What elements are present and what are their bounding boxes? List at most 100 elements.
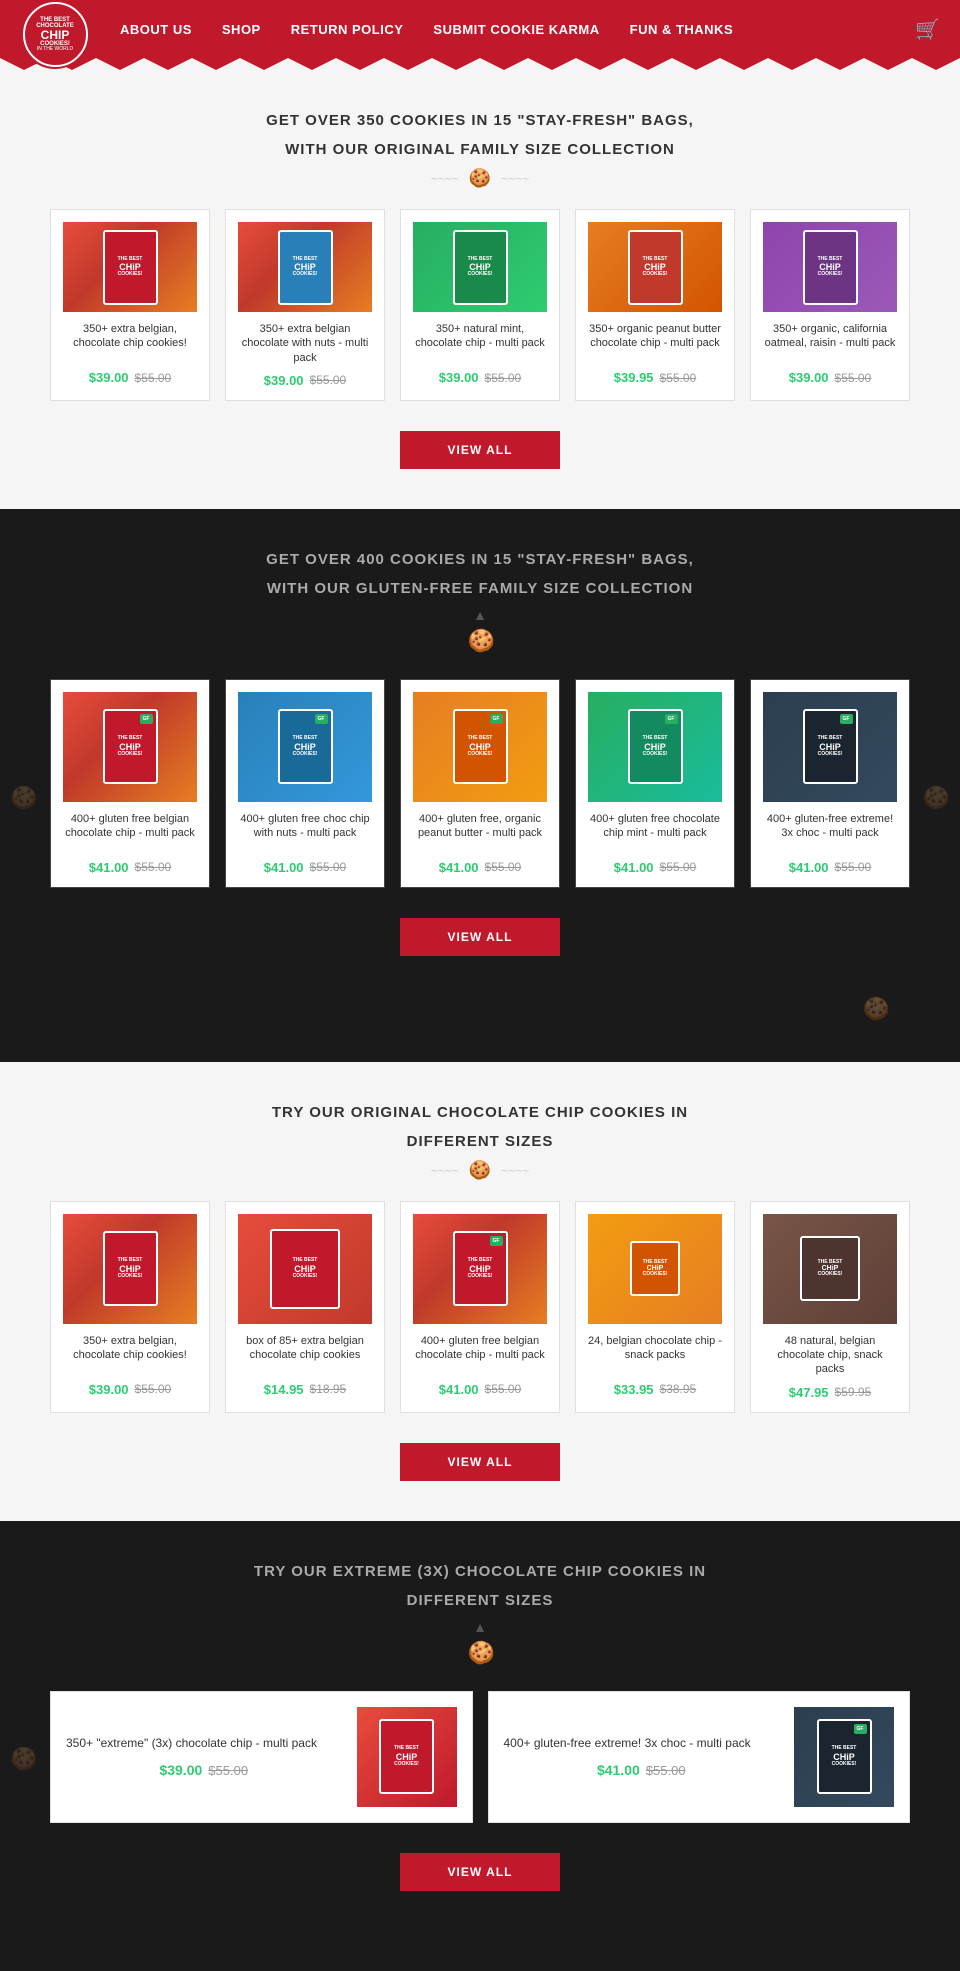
section4-subtitle: DIFFERENT SIZES bbox=[50, 1590, 910, 1611]
product-card[interactable]: THE BEST CHiP COOKIES! 48 natural, belgi… bbox=[750, 1201, 910, 1413]
product-image: THE BEST CHiP COOKIES! bbox=[238, 1214, 372, 1324]
product-price-row: $39.95 $55.00 bbox=[588, 370, 722, 385]
product-card[interactable]: THE BEST CHiP COOKIES! GF 400+ gluten fr… bbox=[400, 1201, 560, 1413]
price-new: $39.00 bbox=[789, 370, 829, 385]
section2-view-all-button[interactable]: VIEW ALL bbox=[400, 918, 560, 956]
price-new: $41.00 bbox=[789, 860, 829, 875]
product-name: 48 natural, belgian chocolate chip, snac… bbox=[763, 1334, 897, 1377]
product-box: THE BEST CHiP COOKIES! bbox=[803, 230, 858, 305]
product-price-row: $39.00 $55.00 bbox=[66, 1762, 342, 1778]
product-price-row: $41.00 $55.00 bbox=[504, 1762, 780, 1778]
section-extreme: 🍪 TRY OUR EXTREME (3X) CHOCOLATE CHIP CO… bbox=[0, 1521, 960, 1971]
product-card[interactable]: THE BEST CHiP COOKIES! 350+ organic, cal… bbox=[750, 209, 910, 401]
section-gluten-free-family: 🍪 🍪 GET OVER 400 COOKIES IN 15 "STAY-FRE… bbox=[0, 509, 960, 1062]
product-price-row: $39.00 $55.00 bbox=[63, 1382, 197, 1397]
product-name: 400+ gluten free belgian chocolate chip … bbox=[63, 812, 197, 852]
product-card[interactable]: THE BEST CHiP COOKIES! GF 400+ gluten-fr… bbox=[750, 679, 910, 888]
logo-text-chip: CHiP bbox=[41, 29, 70, 41]
product-price-row: $47.95 $59.95 bbox=[763, 1385, 897, 1400]
product-image: THE BEST CHiP COOKIES! GF bbox=[794, 1707, 894, 1807]
product-price-row: $39.00 $55.00 bbox=[763, 370, 897, 385]
nav-karma[interactable]: SUBMIT COOKIE KARMA bbox=[433, 22, 599, 37]
price-new: $39.00 bbox=[89, 1382, 129, 1397]
product-image: THE BEST CHiP COOKIES! bbox=[63, 222, 197, 312]
product-name: 350+ "extreme" (3x) chocolate chip - mul… bbox=[66, 1735, 342, 1752]
price-new: $39.00 bbox=[264, 373, 304, 388]
product-box: THE BEST CHiP COOKIES! bbox=[453, 230, 508, 305]
cookie-icon-2: 🍪 bbox=[468, 628, 492, 653]
section3-divider: 🍪 bbox=[50, 1160, 910, 1181]
section-original-family: GET OVER 350 COOKIES IN 15 "STAY-FRESH" … bbox=[0, 70, 960, 509]
product-card-large[interactable]: 350+ "extreme" (3x) chocolate chip - mul… bbox=[50, 1691, 473, 1823]
section4-divider: 🍪 bbox=[50, 1640, 910, 1666]
product-box: THE BEST CHiP COOKIES! bbox=[270, 1229, 340, 1309]
nav-shop[interactable]: SHOP bbox=[222, 22, 261, 37]
section3-view-all-button[interactable]: VIEW ALL bbox=[400, 1443, 560, 1481]
cart-icon[interactable]: 🛒 bbox=[915, 17, 940, 42]
product-box: THE BEST CHiP COOKIES! bbox=[630, 1241, 680, 1296]
product-price-row: $41.00 $55.00 bbox=[238, 860, 372, 875]
price-old: $55.00 bbox=[660, 371, 697, 385]
nav-return[interactable]: RETURN POLICY bbox=[291, 22, 404, 37]
section4-view-all-button[interactable]: VIEW ALL bbox=[400, 1853, 560, 1891]
product-box: THE BEST CHiP COOKIES! bbox=[628, 230, 683, 305]
product-card[interactable]: THE BEST CHiP COOKIES! GF 400+ gluten fr… bbox=[575, 679, 735, 888]
product-card-large[interactable]: 400+ gluten-free extreme! 3x choc - mult… bbox=[488, 1691, 911, 1823]
product-card[interactable]: THE BEST CHiP COOKIES! 350+ natural mint… bbox=[400, 209, 560, 401]
product-box: THE BEST CHiP COOKIES! GF bbox=[628, 709, 683, 784]
product-card[interactable]: THE BEST CHiP COOKIES! GF 400+ gluten fr… bbox=[50, 679, 210, 888]
price-new: $41.00 bbox=[439, 1382, 479, 1397]
product-card[interactable]: THE BEST CHiP COOKIES! GF 400+ gluten fr… bbox=[400, 679, 560, 888]
price-new: $41.00 bbox=[597, 1762, 640, 1778]
nav-fun[interactable]: FUN & THANKS bbox=[630, 22, 734, 37]
left-deco-cookie2: 🍪 bbox=[10, 1746, 37, 1772]
price-new: $39.00 bbox=[89, 370, 129, 385]
product-name: 400+ gluten free, organic peanut butter … bbox=[413, 812, 547, 852]
section1-subtitle: WITH OUR ORIGINAL FAMILY SIZE COLLECTION bbox=[50, 139, 910, 160]
section3-subtitle: DIFFERENT SIZES bbox=[50, 1131, 910, 1152]
product-card[interactable]: THE BEST CHiP COOKIES! GF 400+ gluten fr… bbox=[225, 679, 385, 888]
section2-subtitle: WITH OUR GLUTEN-FREE FAMILY SIZE COLLECT… bbox=[50, 578, 910, 599]
product-price-row: $41.00 $55.00 bbox=[413, 1382, 547, 1397]
price-new: $47.95 bbox=[789, 1385, 829, 1400]
section1-title: GET OVER 350 COOKIES IN 15 "STAY-FRESH" … bbox=[50, 110, 910, 131]
product-name: 350+ organic peanut butter chocolate chi… bbox=[588, 322, 722, 362]
cookie-icon-4: 🍪 bbox=[468, 1640, 492, 1665]
product-price-row: $39.00 $55.00 bbox=[413, 370, 547, 385]
price-old: $55.00 bbox=[135, 1382, 172, 1396]
section4-title: TRY OUR EXTREME (3X) CHOCOLATE CHIP COOK… bbox=[50, 1561, 910, 1582]
price-old: $55.00 bbox=[485, 1382, 522, 1396]
product-box: THE BEST CHiP COOKIES! GF bbox=[453, 709, 508, 784]
nav-about[interactable]: ABOUT US bbox=[120, 22, 192, 37]
product-name: 400+ gluten free chocolate chip mint - m… bbox=[588, 812, 722, 852]
product-card[interactable]: THE BEST CHiP COOKIES! box of 85+ extra … bbox=[225, 1201, 385, 1413]
product-price-row: $41.00 $55.00 bbox=[413, 860, 547, 875]
product-image: THE BEST CHiP COOKIES! bbox=[357, 1707, 457, 1807]
product-name: 400+ gluten-free extreme! 3x choc - mult… bbox=[504, 1735, 780, 1752]
price-new: $41.00 bbox=[264, 860, 304, 875]
product-name: 350+ extra belgian chocolate with nuts -… bbox=[238, 322, 372, 365]
product-card[interactable]: THE BEST CHiP COOKIES! 350+ extra belgia… bbox=[50, 1201, 210, 1413]
product-image: THE BEST CHiP COOKIES! bbox=[63, 1214, 197, 1324]
section4-triangle: ▲ bbox=[50, 1619, 910, 1635]
product-name: 350+ organic, california oatmeal, raisin… bbox=[763, 322, 897, 362]
product-card[interactable]: THE BEST CHiP COOKIES! 350+ extra belgia… bbox=[225, 209, 385, 401]
price-new: $41.00 bbox=[89, 860, 129, 875]
price-new: $39.00 bbox=[159, 1762, 202, 1778]
product-price-row: $41.00 $55.00 bbox=[63, 860, 197, 875]
section4-product-grid: 350+ "extreme" (3x) chocolate chip - mul… bbox=[50, 1691, 910, 1823]
product-card[interactable]: THE BEST CHiP COOKIES! 350+ organic pean… bbox=[575, 209, 735, 401]
product-box: THE BEST CHiP COOKIES! bbox=[103, 1231, 158, 1306]
logo[interactable]: THE BEST CHOCOLATE CHiP COOKIES! IN THE … bbox=[20, 0, 90, 69]
product-name: 24, belgian chocolate chip - snack packs bbox=[588, 1334, 722, 1374]
card-text: 350+ "extreme" (3x) chocolate chip - mul… bbox=[66, 1735, 342, 1778]
price-new: $41.00 bbox=[439, 860, 479, 875]
product-price-row: $41.00 $55.00 bbox=[763, 860, 897, 875]
product-card[interactable]: THE BEST CHiP COOKIES! 350+ extra belgia… bbox=[50, 209, 210, 401]
product-name: 400+ gluten free choc chip with nuts - m… bbox=[238, 812, 372, 852]
price-old: $55.00 bbox=[310, 373, 347, 387]
product-box: THE BEST CHiP COOKIES! GF bbox=[103, 709, 158, 784]
section1-view-all-button[interactable]: VIEW ALL bbox=[400, 431, 560, 469]
product-card[interactable]: THE BEST CHiP COOKIES! 24, belgian choco… bbox=[575, 1201, 735, 1413]
price-new: $41.00 bbox=[614, 860, 654, 875]
